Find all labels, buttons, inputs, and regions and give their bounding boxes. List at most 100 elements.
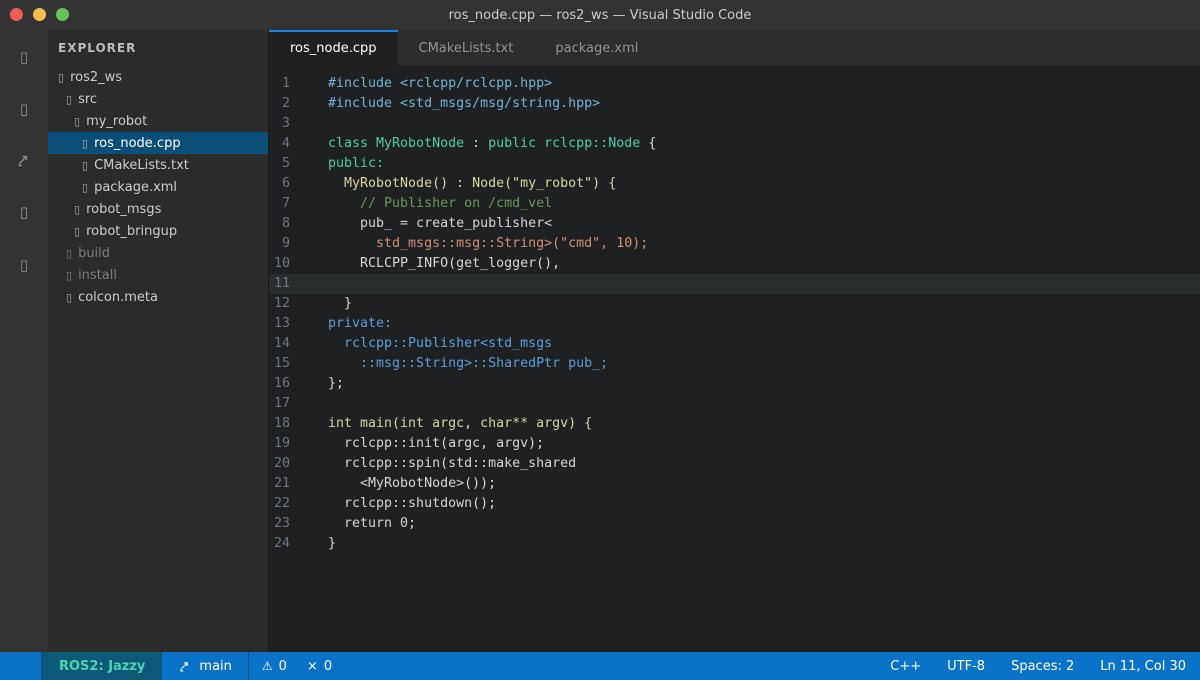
code-line-23: 23 return 0; bbox=[269, 514, 1200, 534]
code-line-14: 14 rclcpp::Publisher<std_msgs bbox=[269, 334, 1200, 354]
folder-icon: ▯ bbox=[66, 92, 73, 106]
tab-bar: ros_node.cpp CMakeLists.txt package.xml bbox=[269, 30, 1200, 65]
code-line-21: 21 <MyRobotNode>()); bbox=[269, 474, 1200, 494]
code-line-12: 12 } bbox=[269, 294, 1200, 314]
tree-item-my_robot[interactable]: ▯ my_robot bbox=[48, 110, 268, 132]
tree-item-label: src bbox=[78, 91, 98, 107]
status-bar: ROS2: Jazzy main ⚠ 0 × 0 C++ UTF-8 Space… bbox=[0, 652, 1200, 680]
status-bar-spacer bbox=[0, 652, 42, 680]
ros-version-indicator[interactable]: ROS2: Jazzy bbox=[42, 652, 163, 680]
line-number: 9 bbox=[281, 236, 290, 251]
folder-icon: ▯ bbox=[74, 202, 81, 216]
ros-version-label: ROS2: Jazzy bbox=[59, 658, 146, 674]
activity-bar: ▯ ▯ ▯ ▯ bbox=[0, 30, 48, 652]
line-content bbox=[290, 394, 328, 414]
tree-item-colcon.meta[interactable]: ▯ colcon.meta bbox=[48, 286, 268, 308]
tree-item-label: package.xml bbox=[94, 179, 178, 195]
close-button[interactable] bbox=[10, 8, 23, 21]
tree-item-build[interactable]: ▯ build bbox=[48, 242, 268, 264]
window-title: ros_node.cpp — ros2_ws — Visual Studio C… bbox=[448, 7, 752, 23]
zoom-button[interactable] bbox=[56, 8, 69, 21]
git-branch-icon bbox=[178, 659, 192, 673]
line-content bbox=[290, 114, 328, 134]
code-line-7: 7 // Publisher on /cmd_vel bbox=[269, 194, 1200, 214]
search-icon[interactable]: ▯ bbox=[0, 96, 48, 122]
tree-item-label: colcon.meta bbox=[78, 289, 158, 305]
line-number: 14 bbox=[273, 336, 290, 351]
tree-item-label: CMakeLists.txt bbox=[94, 157, 189, 173]
tree-item-label: ros_node.cpp bbox=[94, 135, 181, 151]
line-content: #include <rclcpp/rclcpp.hpp> bbox=[328, 76, 553, 91]
tree-item-package.xml[interactable]: ▯ package.xml bbox=[48, 176, 268, 198]
line-content: rclcpp::spin(std::make_shared bbox=[328, 456, 577, 471]
line-content: rclcpp::Publisher<std_msgs bbox=[328, 336, 553, 351]
line-content: <MyRobotNode>()); bbox=[328, 476, 497, 491]
encoding-indicator[interactable]: UTF-8 bbox=[947, 659, 985, 674]
line-content: } bbox=[328, 536, 337, 551]
language-mode-indicator[interactable]: C++ bbox=[890, 659, 921, 674]
title-bar: ros_node.cpp — ros2_ws — Visual Studio C… bbox=[0, 0, 1200, 30]
tree-item-src[interactable]: ▯ src bbox=[48, 88, 268, 110]
git-branch-label: main bbox=[199, 658, 232, 674]
code-line-17: 17 bbox=[269, 394, 1200, 414]
problems-indicator[interactable]: ⚠ 0 × 0 bbox=[249, 652, 346, 680]
tree-item-CMakeLists.txt[interactable]: ▯ CMakeLists.txt bbox=[48, 154, 268, 176]
line-number: 13 bbox=[273, 316, 290, 331]
file-tree: ▯ ros2_ws ▯ src ▯ my_robot ▯ ros_node.cpp ▯ CMake… bbox=[48, 66, 268, 308]
folder-icon: ▯ bbox=[66, 268, 73, 282]
tab-CMakeLists.txt[interactable]: CMakeLists.txt bbox=[398, 30, 535, 65]
tree-item-robot_bringup[interactable]: ▯ robot_bringup bbox=[48, 220, 268, 242]
code-line-6: 6 MyRobotNode() : Node("my_robot") { bbox=[269, 174, 1200, 194]
tree-item-ros_node.cpp[interactable]: ▯ ros_node.cpp bbox=[48, 132, 268, 154]
line-content: ::msg::String>::SharedPtr pub_; bbox=[328, 356, 609, 371]
code-line-22: 22 rclcpp::shutdown(); bbox=[269, 494, 1200, 514]
line-number: 7 bbox=[281, 196, 290, 211]
extensions-icon[interactable]: ▯ bbox=[0, 252, 48, 278]
tab-ros_node.cpp[interactable]: ros_node.cpp bbox=[269, 30, 398, 65]
tree-item-ros2_ws[interactable]: ▯ ros2_ws bbox=[48, 66, 268, 88]
code-line-18: 18 int main(int argc, char** argv) { bbox=[269, 414, 1200, 434]
code-line-16: 16}; bbox=[269, 374, 1200, 394]
indentation-indicator[interactable]: Spaces: 2 bbox=[1011, 659, 1074, 674]
file-icon: ▯ bbox=[82, 180, 89, 194]
line-content: } bbox=[328, 296, 353, 311]
line-content: return 0; bbox=[328, 516, 417, 531]
line-content: rclcpp::shutdown(); bbox=[328, 496, 497, 511]
line-number: 5 bbox=[281, 156, 290, 171]
minimize-button[interactable] bbox=[33, 8, 46, 21]
tree-item-robot_msgs[interactable]: ▯ robot_msgs bbox=[48, 198, 268, 220]
line-content: RCLCPP_INFO(get_logger(), bbox=[328, 256, 561, 271]
line-number: 4 bbox=[281, 136, 290, 151]
folder-icon: ▯ bbox=[66, 246, 73, 260]
line-number: 8 bbox=[281, 216, 290, 231]
explorer-header: EXPLORER bbox=[58, 41, 137, 55]
cursor-position-indicator[interactable]: Ln 11, Col 30 bbox=[1100, 659, 1186, 674]
tab-package.xml[interactable]: package.xml bbox=[534, 30, 659, 65]
code-line-20: 20 rclcpp::spin(std::make_shared bbox=[269, 454, 1200, 474]
line-number: 1 bbox=[281, 76, 290, 91]
line-number: 16 bbox=[273, 376, 290, 391]
line-number: 6 bbox=[281, 176, 290, 191]
tree-item-install[interactable]: ▯ install bbox=[48, 264, 268, 286]
line-number: 17 bbox=[273, 396, 290, 411]
tree-item-label: build bbox=[78, 245, 111, 261]
code-line-4: 4 class MyRobotNode : public rclcpp::Node… bbox=[269, 134, 1200, 154]
source-control-icon[interactable] bbox=[0, 147, 48, 173]
code-line-10: 10 RCLCPP_INFO(get_logger(), bbox=[269, 254, 1200, 274]
run-debug-icon[interactable]: ▯ bbox=[0, 199, 48, 225]
tree-item-label: ros2_ws bbox=[70, 69, 123, 85]
file-icon: ▯ bbox=[66, 290, 73, 304]
line-number: 11 bbox=[273, 276, 290, 291]
line-number: 15 bbox=[273, 356, 290, 371]
line-number: 2 bbox=[281, 96, 290, 111]
code-editor[interactable]: 1 #include <rclcpp/rclcpp.hpp> 2 #include <… bbox=[269, 65, 1200, 652]
git-branch-indicator[interactable]: main bbox=[162, 652, 249, 680]
line-number: 12 bbox=[273, 296, 290, 311]
tree-item-label: my_robot bbox=[86, 113, 148, 129]
explorer-icon[interactable]: ▯ bbox=[0, 44, 48, 70]
warning-count: 0 bbox=[278, 658, 287, 674]
line-content bbox=[290, 274, 328, 294]
code-line-13: 13 private: bbox=[269, 314, 1200, 334]
line-content: pub_ = create_publisher< bbox=[328, 216, 553, 231]
line-content: #include <std_msgs/msg/string.hpp> bbox=[328, 96, 601, 111]
